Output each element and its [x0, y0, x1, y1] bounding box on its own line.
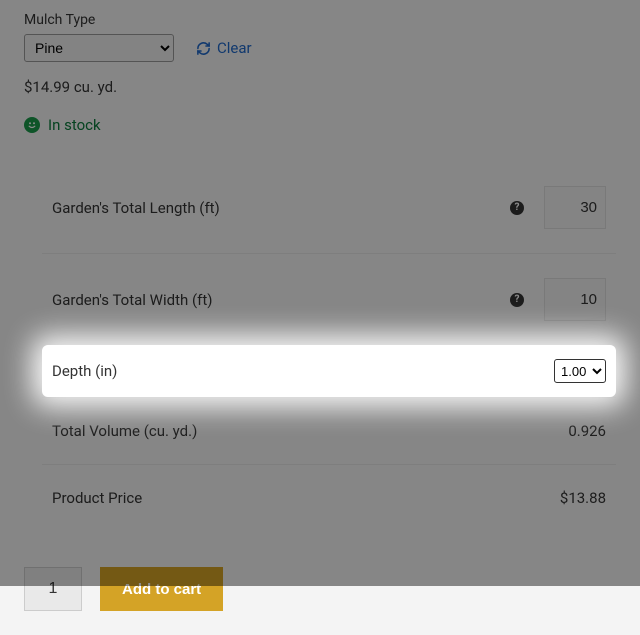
length-input[interactable]	[544, 186, 606, 229]
row-volume: Total Volume (cu. yd.) 0.926	[42, 397, 616, 464]
actions-row: Add to cart	[24, 567, 616, 611]
row-depth: Depth (in) 1.00	[42, 345, 616, 397]
smiley-icon	[24, 117, 40, 133]
add-to-cart-button[interactable]: Add to cart	[100, 567, 223, 611]
clear-link[interactable]: Clear	[196, 39, 252, 57]
quantity-input[interactable]	[24, 567, 82, 611]
width-label: Garden's Total Width (ft)	[52, 291, 510, 309]
volume-value: 0.926	[544, 422, 606, 440]
top-row: Pine Clear	[24, 34, 616, 62]
help-icon[interactable]: ?	[510, 293, 524, 307]
row-width: Garden's Total Width (ft) ?	[42, 253, 616, 345]
clear-text: Clear	[217, 39, 252, 57]
row-product-price: Product Price $13.88	[42, 464, 616, 531]
depth-label: Depth (in)	[52, 362, 554, 380]
stock-status: In stock	[24, 116, 616, 134]
stock-text: In stock	[48, 116, 101, 134]
mulch-type-label: Mulch Type	[24, 12, 616, 28]
calculator: Garden's Total Length (ft) ? Garden's To…	[42, 162, 616, 531]
product-price-label: Product Price	[52, 489, 544, 507]
product-price-value: $13.88	[544, 489, 606, 507]
length-label: Garden's Total Length (ft)	[52, 199, 510, 217]
width-input[interactable]	[544, 278, 606, 321]
row-length: Garden's Total Length (ft) ?	[42, 162, 616, 253]
unit-price: $14.99 cu. yd.	[24, 78, 616, 96]
depth-select[interactable]: 1.00	[554, 359, 606, 383]
refresh-icon	[196, 41, 211, 56]
volume-label: Total Volume (cu. yd.)	[52, 422, 544, 440]
mulch-type-select[interactable]: Pine	[24, 34, 174, 62]
help-icon[interactable]: ?	[510, 201, 524, 215]
